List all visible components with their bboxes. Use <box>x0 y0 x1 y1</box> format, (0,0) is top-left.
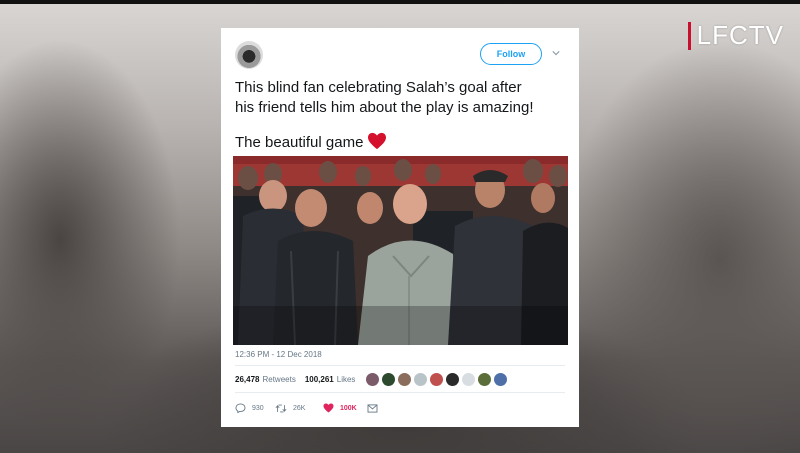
liker-avatar[interactable] <box>414 373 427 386</box>
tweet-text: This blind fan celebrating Salah’s goal … <box>235 78 571 153</box>
message-icon <box>367 403 378 413</box>
top-bar <box>0 0 800 4</box>
liker-avatar[interactable] <box>430 373 443 386</box>
tweet-photo[interactable] <box>233 156 568 345</box>
tweet-timestamp[interactable]: 12:36 PM - 12 Dec 2018 <box>235 350 322 359</box>
liker-avatar[interactable] <box>478 373 491 386</box>
watermark-bar <box>687 21 691 50</box>
retweet-action[interactable]: 26K <box>275 404 323 413</box>
liker-avatar[interactable] <box>382 373 395 386</box>
likes-count[interactable]: 100,261 <box>305 375 334 384</box>
reply-count: 930 <box>252 404 264 412</box>
tweet-text-line: his friend tells him about the play is a… <box>235 99 534 116</box>
tweet-actions: 930 26K 100K <box>235 403 378 413</box>
follow-button[interactable]: Follow <box>480 43 542 65</box>
tweet-text-line-3: The beautiful game <box>235 134 364 151</box>
liker-avatar[interactable] <box>398 373 411 386</box>
reply-action[interactable]: 930 <box>235 403 275 413</box>
reply-icon <box>235 403 246 413</box>
liker-avatar[interactable] <box>366 373 379 386</box>
retweet-icon <box>275 404 287 412</box>
likes-label[interactable]: Likes <box>337 375 356 384</box>
like-action[interactable]: 100K <box>323 403 367 413</box>
like-count: 100K <box>340 404 357 412</box>
tweet-text-line: This blind fan celebrating Salah’s goal … <box>235 79 522 96</box>
liker-avatar[interactable] <box>462 373 475 386</box>
message-action[interactable] <box>367 403 378 413</box>
divider <box>235 365 565 366</box>
watermark-text: LFCTV <box>696 20 784 50</box>
liker-avatar[interactable] <box>446 373 459 386</box>
tweet-card: Follow This blind fan celebrating Salah’… <box>221 28 579 427</box>
like-icon <box>323 403 334 413</box>
liker-avatar[interactable] <box>494 373 507 386</box>
lfctv-watermark: LFCTV <box>687 20 784 51</box>
retweets-count[interactable]: 26,478 <box>235 375 259 384</box>
chevron-down-icon[interactable] <box>552 49 560 57</box>
retweets-label[interactable]: Retweets <box>262 375 295 384</box>
liker-avatars <box>366 373 507 386</box>
tweet-stats: 26,478 Retweets 100,261 Likes <box>235 375 355 384</box>
tweet-text-line: The beautiful game <box>235 132 571 153</box>
divider <box>235 392 565 393</box>
retweet-count: 26K <box>293 404 306 412</box>
avatar[interactable] <box>235 41 263 69</box>
heart-icon <box>368 132 387 150</box>
